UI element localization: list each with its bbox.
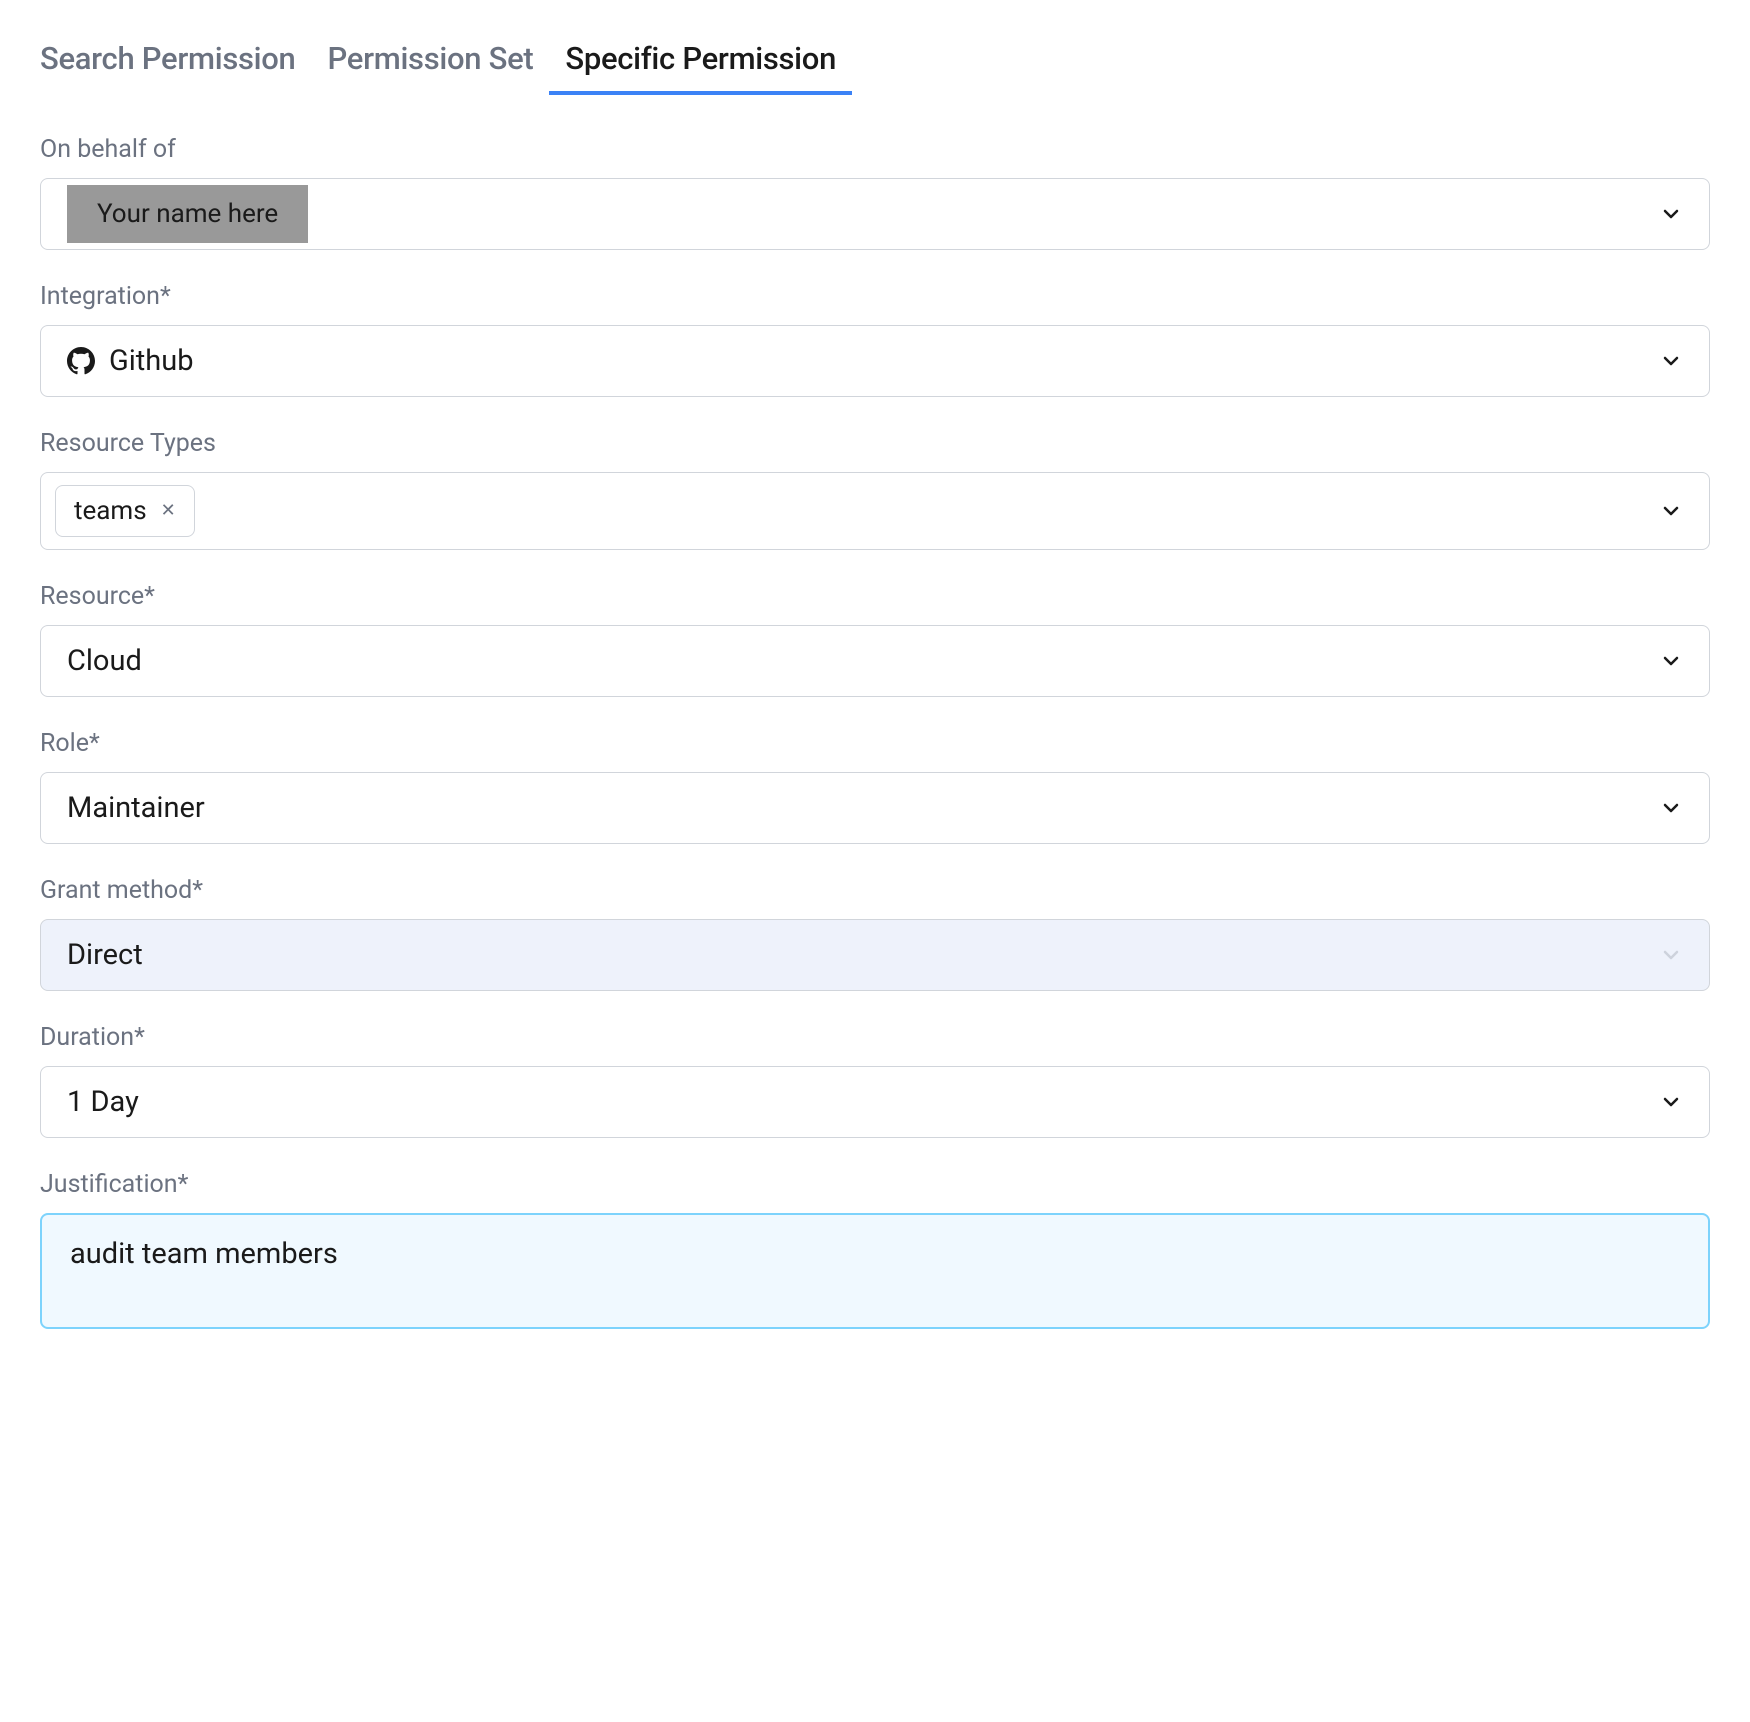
role-value: Maintainer [67, 791, 205, 825]
field-resource: Resource* Cloud [40, 582, 1710, 697]
resource-types-select[interactable]: teams ✕ [40, 472, 1710, 550]
field-duration: Duration* 1 Day [40, 1023, 1710, 1138]
on-behalf-of-label: On behalf of [40, 135, 1710, 164]
duration-select[interactable]: 1 Day [40, 1066, 1710, 1138]
tab-specific-permission[interactable]: Specific Permission [565, 40, 836, 91]
role-label: Role* [40, 729, 1710, 758]
chevron-down-icon [1659, 796, 1683, 820]
grant-method-label: Grant method* [40, 876, 1710, 905]
integration-value: Github [109, 344, 194, 378]
field-resource-types: Resource Types teams ✕ [40, 429, 1710, 550]
on-behalf-of-placeholder: Your name here [67, 185, 308, 243]
grant-method-select[interactable]: Direct [40, 919, 1710, 991]
chevron-down-icon [1659, 349, 1683, 373]
duration-value: 1 Day [67, 1085, 139, 1119]
github-icon [67, 347, 95, 375]
field-justification: Justification* [40, 1170, 1710, 1333]
justification-label: Justification* [40, 1170, 1710, 1199]
chevron-down-icon [1659, 1090, 1683, 1114]
integration-select[interactable]: Github [40, 325, 1710, 397]
chevron-down-icon [1659, 943, 1683, 967]
on-behalf-of-select[interactable]: Your name here [40, 178, 1710, 250]
integration-label: Integration* [40, 282, 1710, 311]
justification-input[interactable] [40, 1213, 1710, 1329]
tag-label: teams [74, 496, 147, 526]
tab-search-permission[interactable]: Search Permission [40, 40, 295, 91]
field-integration: Integration* Github [40, 282, 1710, 397]
field-on-behalf-of: On behalf of Your name here [40, 135, 1710, 250]
resource-type-tag: teams ✕ [55, 485, 195, 537]
chevron-down-icon [1659, 202, 1683, 226]
resource-select[interactable]: Cloud [40, 625, 1710, 697]
grant-method-value: Direct [67, 938, 143, 972]
resource-value: Cloud [67, 644, 142, 678]
chevron-down-icon [1659, 649, 1683, 673]
field-role: Role* Maintainer [40, 729, 1710, 844]
tag-remove-icon[interactable]: ✕ [161, 502, 176, 520]
resource-types-label: Resource Types [40, 429, 1710, 458]
tab-permission-set[interactable]: Permission Set [327, 40, 533, 91]
resource-label: Resource* [40, 582, 1710, 611]
field-grant-method: Grant method* Direct [40, 876, 1710, 991]
role-select[interactable]: Maintainer [40, 772, 1710, 844]
duration-label: Duration* [40, 1023, 1710, 1052]
chevron-down-icon [1659, 499, 1683, 523]
tabs-container: Search Permission Permission Set Specifi… [40, 40, 1710, 91]
